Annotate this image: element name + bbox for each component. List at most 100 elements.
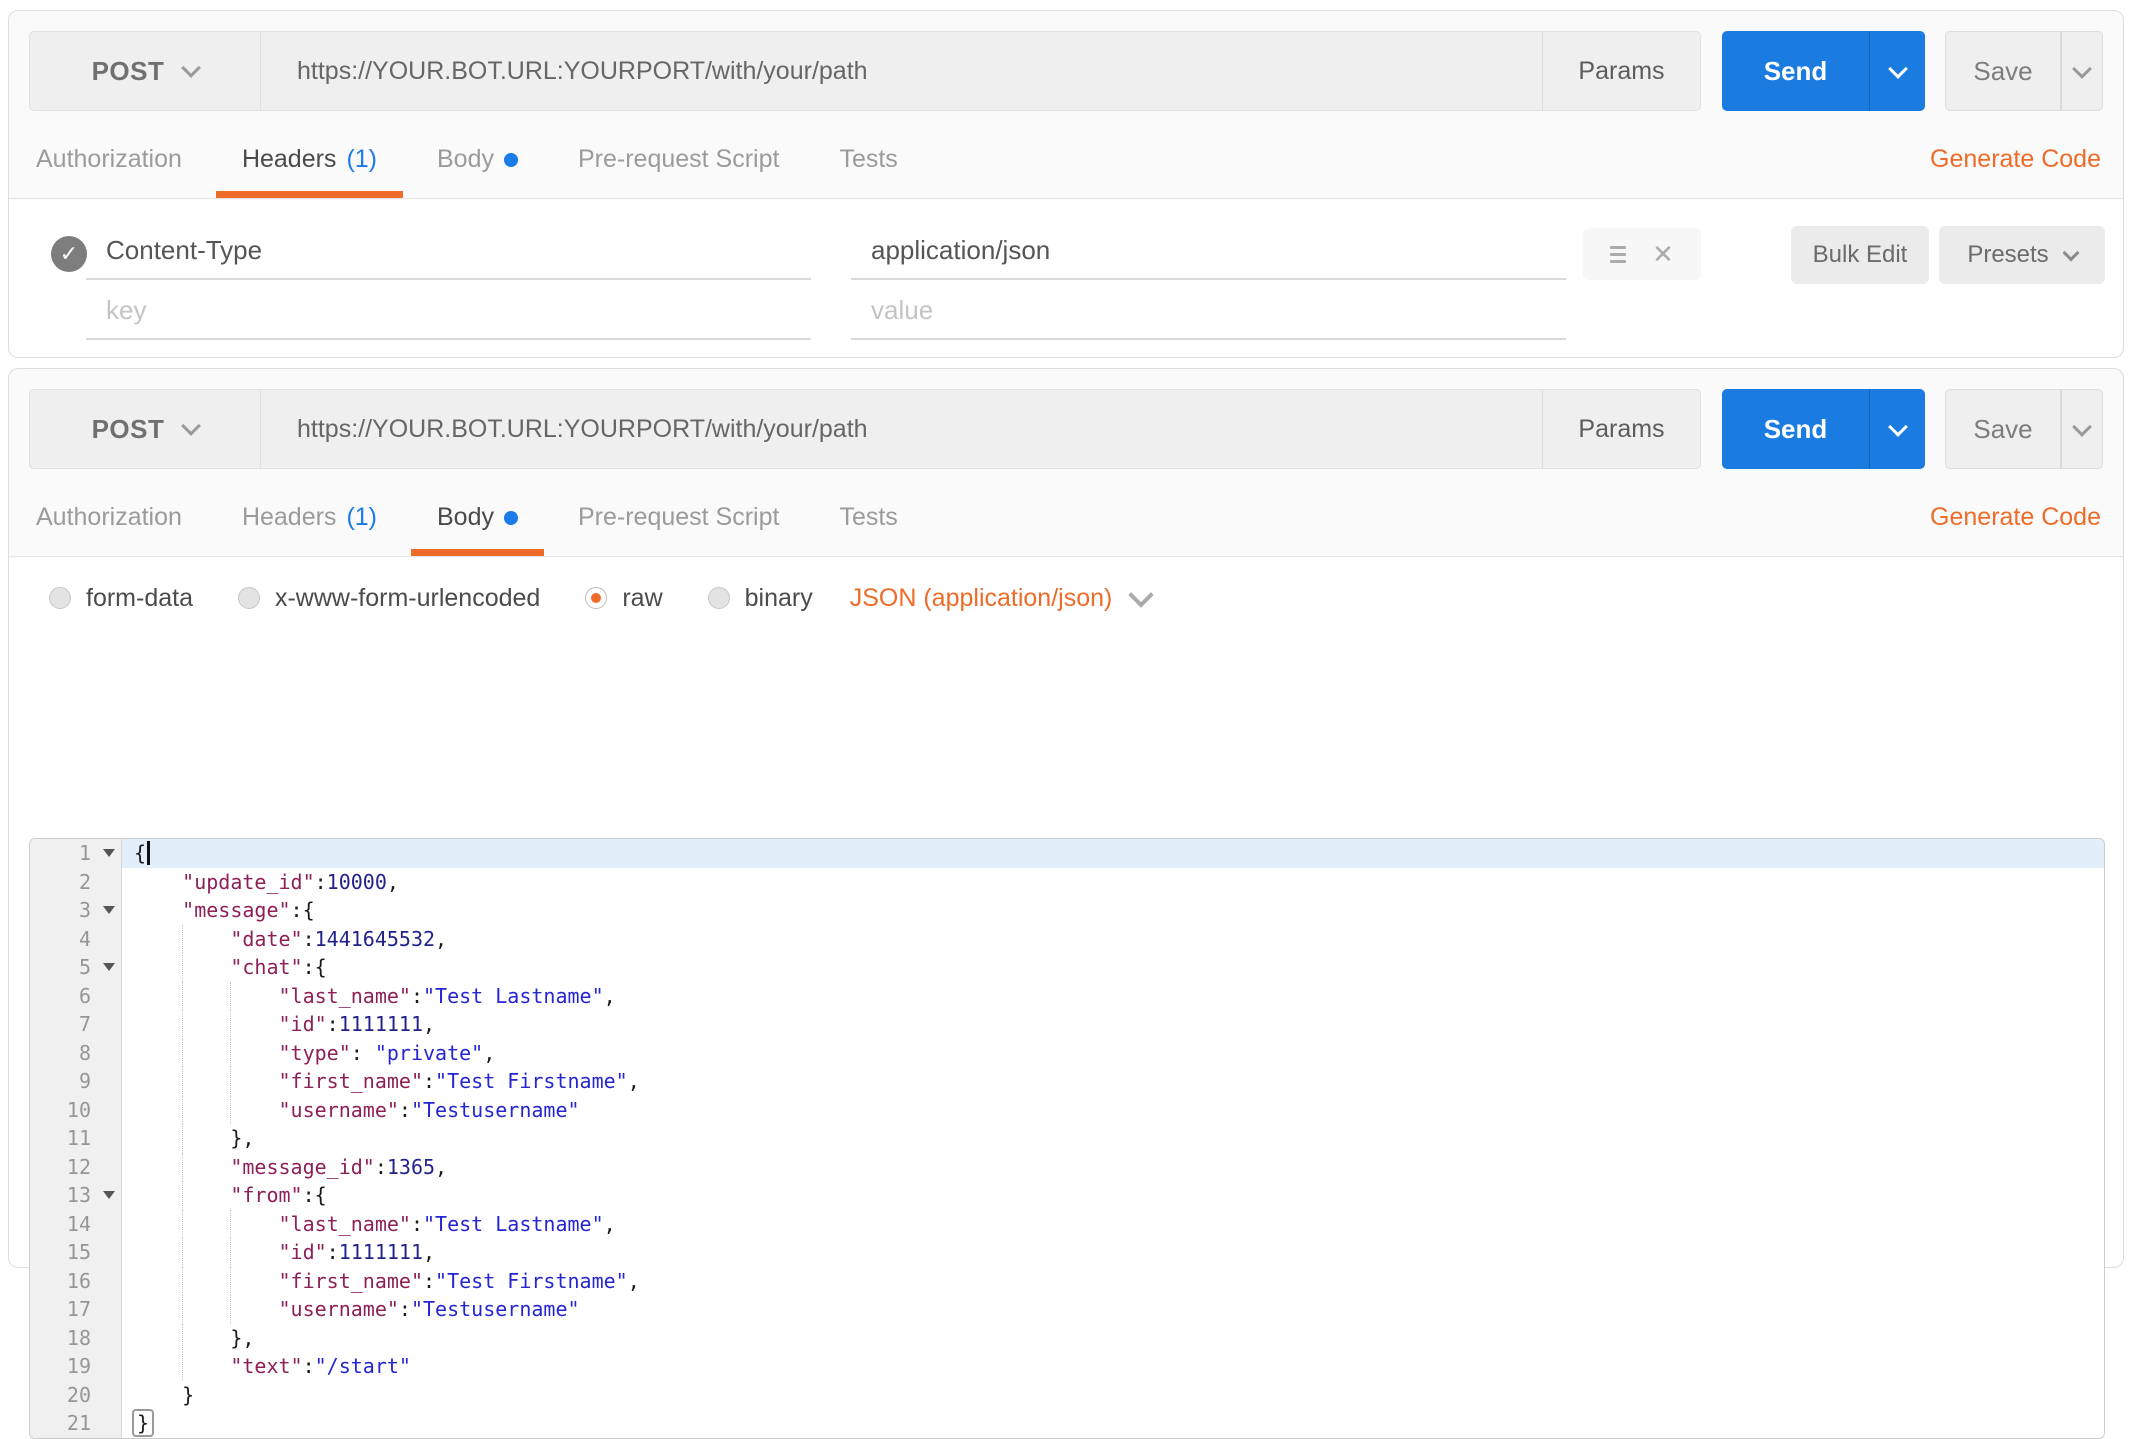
request-bar: POST https://YOUR.BOT.URL:YOURPORT/with/… [29,389,2103,469]
generate-code-link[interactable]: Generate Code [1930,503,2101,532]
body-mode-binary[interactable]: binary [707,584,813,613]
line-number-gutter: 7 [30,1010,122,1039]
line-number-gutter: 20 [30,1380,122,1409]
header-value-cell [851,222,1566,280]
text-cursor [147,841,151,865]
request-bar: POST https://YOUR.BOT.URL:YOURPORT/with/… [29,31,2103,111]
tab-tests[interactable]: Tests [839,145,897,198]
fold-arrow-icon[interactable] [103,1191,115,1199]
params-button[interactable]: Params [1542,32,1700,110]
code-line-14[interactable]: 14 "last_name":"Test Lastname", [30,1209,2104,1238]
drag-handle-icon[interactable] [1610,245,1627,263]
bulk-edit-button[interactable]: Bulk Edit [1791,226,1929,284]
line-number-gutter: 10 [30,1095,122,1124]
code-line-21[interactable]: 21} [30,1409,2104,1438]
body-content-type-select[interactable]: JSON (application/json) [850,581,1155,613]
save-dropdown-button[interactable] [2061,389,2103,469]
header-key-input[interactable] [86,222,811,278]
save-button-group: Save [1945,31,2103,111]
save-button-group: Save [1945,389,2103,469]
radio-icon [49,587,71,609]
code-line-9[interactable]: 9 "first_name":"Test Firstname", [30,1067,2104,1096]
body-editor-area: form-data x-www-form-urlencoded raw bina… [9,558,2123,1439]
url-input[interactable]: https://YOUR.BOT.URL:YOURPORT/with/your/… [261,31,1701,111]
fold-arrow-icon[interactable] [103,963,115,971]
new-header-key-cell [86,282,811,340]
method-select[interactable]: POST [29,31,261,111]
fold-arrow-icon[interactable] [103,906,115,914]
tab-body[interactable]: Body [411,503,544,556]
method-label: POST [91,55,165,86]
header-row-actions: ✕ [1583,228,1701,280]
header-value-input[interactable] [851,222,1566,278]
tab-authorization[interactable]: Authorization [36,145,182,198]
body-mode-form-data[interactable]: form-data [49,584,193,613]
line-number-gutter: 19 [30,1352,122,1381]
chevron-down-icon [2062,244,2080,261]
code-line-4[interactable]: 4 "date":1441645532, [30,924,2104,953]
tab-pre-request-script[interactable]: Pre-request Script [578,145,779,198]
headers-count-badge: (1) [346,503,377,531]
chevron-down-icon [2072,58,2092,79]
code-line-13[interactable]: 13 "from":{ [30,1181,2104,1210]
send-dropdown-button[interactable] [1869,31,1925,111]
save-button[interactable]: Save [1945,389,2061,469]
code-line-7[interactable]: 7 "id":1111111, [30,1010,2104,1039]
line-number-gutter: 21 [30,1409,122,1438]
code-line-6[interactable]: 6 "last_name":"Test Lastname", [30,981,2104,1010]
code-line-8[interactable]: 8 "type": "private", [30,1038,2104,1067]
code-line-2[interactable]: 2 "update_id":10000, [30,867,2104,896]
send-button[interactable]: Send [1722,389,1869,469]
code-line-16[interactable]: 16 "first_name":"Test Firstname", [30,1266,2104,1295]
line-number-gutter: 16 [30,1266,122,1295]
line-number-gutter: 14 [30,1209,122,1238]
header-enabled-checkbox[interactable]: ✓ [51,236,87,272]
code-line-5[interactable]: 5 "chat":{ [30,953,2104,982]
new-header-value-input[interactable] [851,282,1566,338]
request-panel-body: POST https://YOUR.BOT.URL:YOURPORT/with/… [8,368,2124,1439]
line-number-gutter: 15 [30,1238,122,1267]
method-label: POST [91,413,165,444]
params-button[interactable]: Params [1542,390,1700,468]
tab-headers[interactable]: Headers (1) [215,145,404,198]
tab-headers[interactable]: Headers (1) [242,503,377,556]
body-mode-raw[interactable]: raw [585,584,663,613]
chevron-down-icon [1887,58,1908,79]
raw-body-code-editor[interactable]: 1{2 "update_id":10000, 3 "message":{4 "da… [29,838,2105,1439]
code-line-18[interactable]: 18 }, [30,1323,2104,1352]
close-icon[interactable]: ✕ [1652,241,1674,267]
line-number-gutter: 6 [30,981,122,1010]
body-mode-x-www-form-urlencoded[interactable]: x-www-form-urlencoded [237,584,540,613]
code-line-20[interactable]: 20 } [30,1380,2104,1409]
line-number-gutter: 2 [30,867,122,896]
body-dot-icon [503,152,518,167]
url-text: https://YOUR.BOT.URL:YOURPORT/with/your/… [297,56,868,85]
line-number-gutter: 5 [30,953,122,982]
code-line-12[interactable]: 12 "message_id":1365, [30,1152,2104,1181]
code-line-10[interactable]: 10 "username":"Testusername" [30,1095,2104,1124]
tab-pre-request-script[interactable]: Pre-request Script [578,503,779,556]
headers-count-badge: (1) [346,145,377,173]
save-button[interactable]: Save [1945,31,2061,111]
code-line-3[interactable]: 3 "message":{ [30,896,2104,925]
new-header-key-input[interactable] [86,282,811,338]
radio-icon [707,587,730,609]
fold-arrow-icon[interactable] [103,849,115,857]
send-dropdown-button[interactable] [1869,389,1925,469]
code-line-19[interactable]: 19 "text":"/start" [30,1352,2104,1381]
generate-code-link[interactable]: Generate Code [1930,145,2101,174]
save-dropdown-button[interactable] [2061,31,2103,111]
tab-authorization[interactable]: Authorization [36,503,182,556]
line-number-gutter: 17 [30,1295,122,1324]
send-button-group: Send [1722,389,1925,469]
url-input[interactable]: https://YOUR.BOT.URL:YOURPORT/with/your/… [261,389,1701,469]
code-line-11[interactable]: 11 }, [30,1124,2104,1153]
code-line-1[interactable]: 1{ [30,839,2104,868]
tab-tests[interactable]: Tests [839,503,897,556]
code-line-15[interactable]: 15 "id":1111111, [30,1238,2104,1267]
send-button[interactable]: Send [1722,31,1869,111]
tab-body[interactable]: Body [437,145,518,198]
method-select[interactable]: POST [29,389,261,469]
code-line-17[interactable]: 17 "username":"Testusername" [30,1295,2104,1324]
presets-button[interactable]: Presets [1939,226,2105,284]
